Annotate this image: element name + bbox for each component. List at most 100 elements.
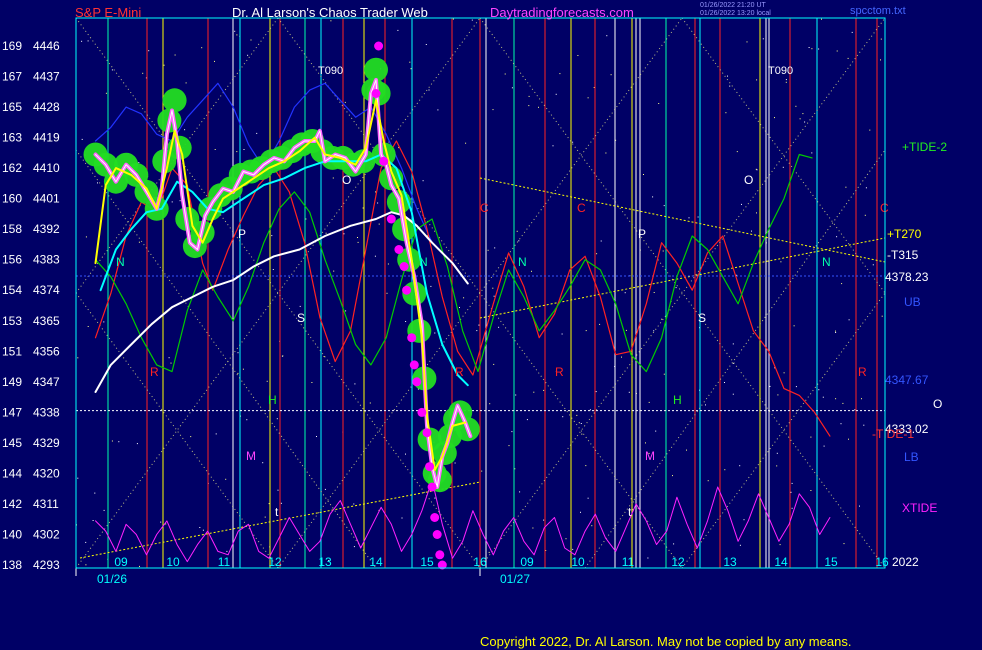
star-dot [572,548,574,550]
star-dot [799,118,801,120]
star-dot [648,401,650,403]
band-point [162,88,187,113]
star-dot [353,546,355,548]
label-price-level: 4378.23 [885,270,929,284]
star-dot [492,287,494,289]
magenta-dot [422,428,432,438]
star-dot [247,54,249,56]
star-dot [645,442,646,444]
x-tick-label: 12 [671,555,685,569]
star-dot [729,85,731,87]
star-dot [533,391,535,393]
label-n: N [419,255,428,269]
star-dot [136,443,138,445]
star-dot [561,333,563,335]
star-dot [225,478,227,480]
star-dot [184,129,186,131]
x-tick-label: 15 [824,555,838,569]
y-tick-label: 167 [2,70,22,84]
magenta-dot [417,407,427,417]
star-dot [596,253,598,255]
timestamps: 01/26/2022 21:20 UT 01/26/2022 13:20 loc… [700,2,771,18]
star-dot [202,529,204,531]
label-t090: T090 [318,65,343,77]
label-t270: +T270 [887,227,922,241]
label-p: P [238,227,246,241]
star-dot [732,343,734,345]
star-dot [111,69,113,71]
star-dot [375,191,376,193]
header-center: Dr. Al Larson's Chaos Trader Web [232,5,428,20]
y-tick-price: 4302 [33,527,60,541]
star-dot [148,50,150,52]
magenta-dot [399,262,409,271]
x-date-label: 01/27 [500,572,530,586]
x-tick-label: 14 [369,555,383,569]
file-name: spcctom.txt [850,5,906,17]
site-link[interactable]: Daytradingforecasts.com [490,5,634,20]
magenta-dot [374,41,384,51]
y-tick-price: 4365 [33,314,60,328]
x-tick-label: 13 [723,555,737,569]
star-dot [643,174,644,175]
star-dot [401,517,403,519]
star-dot [791,482,793,484]
x-tick-label: 11 [622,555,635,569]
star-dot [311,382,313,383]
star-dot [872,264,874,266]
star-dot [386,292,388,294]
copyright: Copyright 2022, Dr. Al Larson. May not b… [480,634,852,649]
star-dot [425,44,427,45]
star-dot [762,38,764,40]
star-dot [94,492,96,494]
star-dot [774,117,775,119]
star-dot [333,270,335,272]
x-tick-label: 10 [166,555,180,569]
y-tick-label: 142 [2,497,22,511]
star-dot [818,48,820,50]
star-dot [266,380,268,382]
star-dot [465,142,467,144]
star-dot [577,55,579,56]
star-dot [655,430,657,432]
label-n: N [116,255,125,269]
star-dot [555,93,557,95]
star-dot [264,516,266,518]
star-dot [581,433,583,435]
star-dot [562,416,564,418]
star-dot [493,295,495,297]
y-tick-label: 160 [2,192,22,206]
star-dot [405,453,406,455]
star-dot [332,177,334,179]
star-dot [610,74,612,76]
star-dot [236,151,238,153]
star-dot [138,162,140,164]
star-dot [663,373,665,375]
star-dot [463,297,465,299]
x-date-label: 01/26 [97,572,127,586]
y-tick-label: 154 [2,283,22,297]
star-dot [518,240,520,242]
star-dot [234,30,236,32]
star-dot [864,214,866,216]
star-dot [277,489,279,491]
y-tick-label: 149 [2,375,22,389]
star-dot [802,113,804,115]
star-dot [111,440,113,442]
star-dot [600,240,602,242]
star-dot [647,557,649,559]
label-xtide: XTIDE [902,501,937,515]
label-upper-band: UB [904,295,921,309]
y-tick-label: 156 [2,253,22,267]
star-dot [578,422,580,424]
star-dot [103,321,105,323]
magenta-dot [435,550,445,560]
y-tick-price: 4392 [33,222,60,236]
star-dot [345,310,347,312]
star-dot [262,462,264,464]
y-tick-label: 144 [2,466,22,480]
label-r: R [455,365,464,379]
star-dot [325,232,327,234]
y-tick-price: 4329 [33,436,60,450]
star-dot [741,203,742,205]
